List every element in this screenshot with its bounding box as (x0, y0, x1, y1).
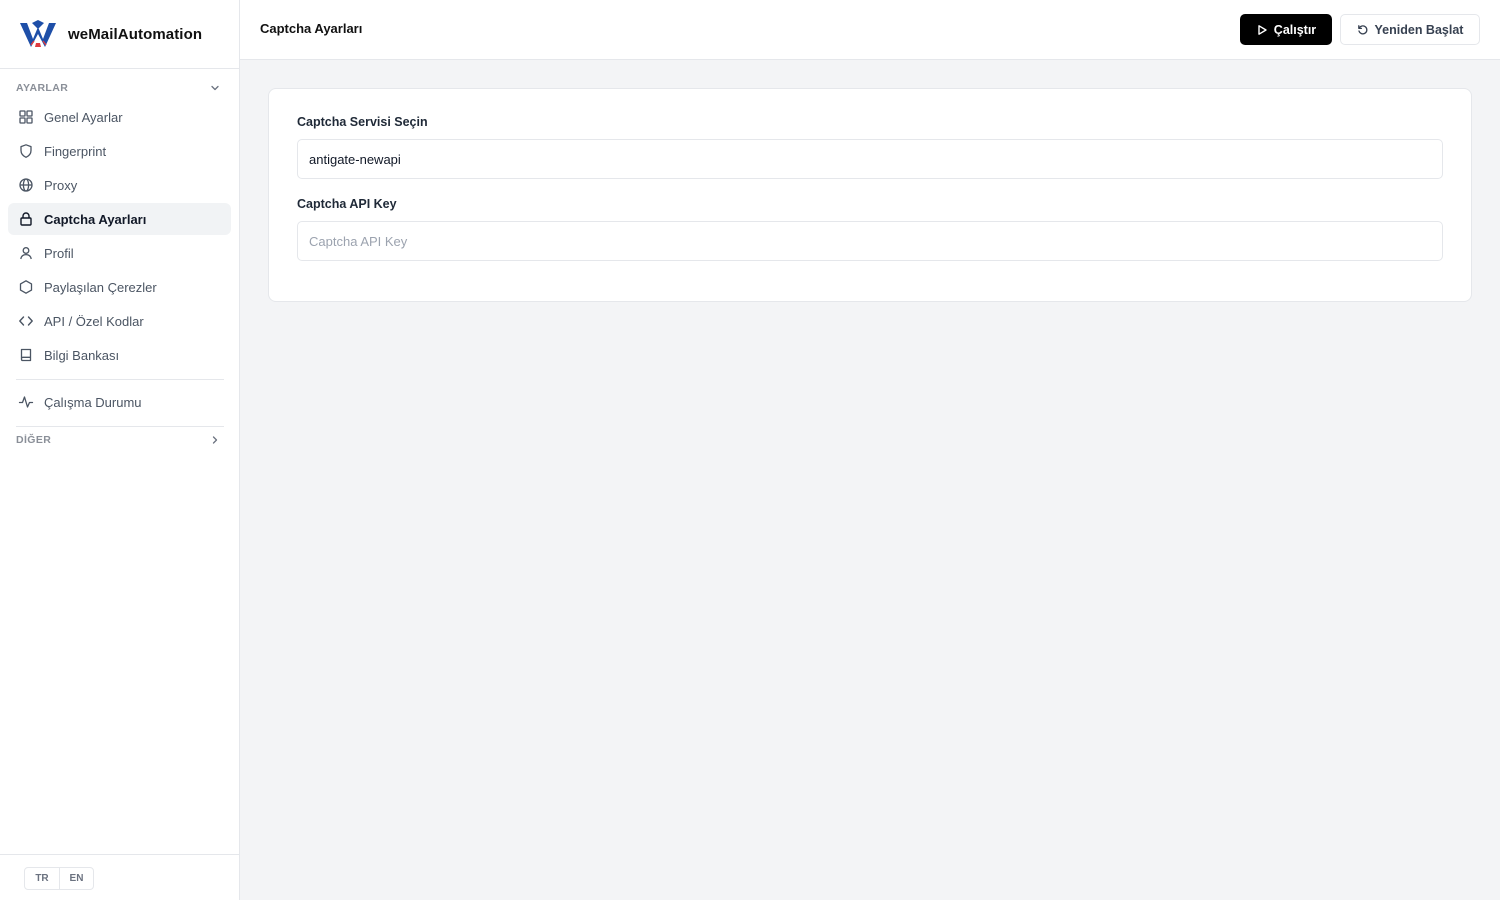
sidebar-item-label: Proxy (44, 177, 78, 193)
rotate-ccw-icon (1357, 24, 1368, 34)
sidebar-item-proxy[interactable]: Proxy (8, 169, 231, 201)
sidebar-item-label: Profil (44, 245, 74, 261)
sidebar-item-label: API / Özel Kodlar (44, 313, 144, 329)
sidebar-divider (16, 426, 224, 427)
other-section-header[interactable]: DİĞER (16, 434, 221, 446)
brand: weMailAutomation (0, 0, 239, 69)
captcha-service-label: Captcha Servisi Seçin (297, 115, 428, 129)
globe-icon (19, 178, 33, 192)
sidebar-item-label: Captcha Ayarları (44, 211, 147, 227)
grid-icon (19, 110, 33, 124)
book-icon (20, 348, 32, 362)
language-en-button[interactable]: EN (59, 868, 93, 889)
restart-button[interactable]: Yeniden Başlat (1340, 14, 1480, 45)
sidebar-item-calisma-durumu[interactable]: Çalışma Durumu (8, 386, 231, 418)
top-bar: Captcha Ayarları Çalıştır Yeniden Başlat (240, 0, 1500, 60)
sidebar-item-label: Genel Ayarlar (44, 109, 123, 125)
sidebar-divider (16, 379, 224, 380)
sidebar-item-captcha-ayarlari[interactable]: Captcha Ayarları (8, 203, 231, 235)
language-switch: TR EN (24, 867, 94, 890)
captcha-settings-card: Captcha Servisi Seçin antigate-newapi Ca… (268, 88, 1472, 302)
sidebar-item-label: Fingerprint (44, 143, 107, 159)
sidebar-item-label: Çalışma Durumu (44, 394, 142, 410)
sidebar-item-bilgi-bankasi[interactable]: Bilgi Bankası (8, 339, 231, 371)
sidebar-footer: TR EN (0, 854, 239, 900)
sidebar-item-genel-ayarlar[interactable]: Genel Ayarlar (8, 101, 231, 133)
activity-icon (18, 396, 34, 408)
code-icon (19, 316, 33, 326)
sidebar-item-api-ozel-kodlar[interactable]: API / Özel Kodlar (8, 305, 231, 337)
user-icon (20, 247, 32, 260)
brand-name: weMailAutomation (68, 25, 203, 43)
captcha-service-value: antigate-newapi (309, 151, 401, 167)
play-icon (1258, 24, 1267, 35)
shield-icon (20, 144, 32, 158)
settings-section-header[interactable]: AYARLAR (16, 82, 221, 94)
sidebar-item-label: Bilgi Bankası (44, 347, 120, 363)
captcha-api-key-input[interactable] (309, 222, 1442, 260)
captcha-api-key-field[interactable] (297, 221, 1443, 261)
sidebar: weMailAutomation AYARLAR Genel Ayarlar F… (0, 0, 240, 900)
settings-section-label: AYARLAR (16, 82, 69, 94)
sidebar-item-profil[interactable]: Profil (8, 237, 231, 269)
page-title: Captcha Ayarları (260, 21, 363, 36)
hexagon-icon (19, 280, 33, 294)
other-section-label: DİĞER (16, 434, 52, 446)
captcha-service-select[interactable]: antigate-newapi (297, 139, 1443, 179)
sidebar-item-paylasilan-cerezler[interactable]: Paylaşılan Çerezler (8, 271, 231, 303)
captcha-api-key-label: Captcha API Key (297, 197, 397, 211)
lock-icon (20, 212, 32, 226)
chevron-down-icon (211, 85, 219, 91)
sidebar-item-label: Paylaşılan Çerezler (44, 279, 157, 295)
language-tr-button[interactable]: TR (25, 868, 59, 889)
chevron-right-icon (212, 436, 218, 444)
brand-logo-icon (20, 20, 56, 47)
restart-button-label: Yeniden Başlat (1374, 22, 1464, 37)
run-button[interactable]: Çalıştır (1240, 14, 1332, 45)
run-button-label: Çalıştır (1273, 22, 1317, 37)
sidebar-item-fingerprint[interactable]: Fingerprint (8, 135, 231, 167)
